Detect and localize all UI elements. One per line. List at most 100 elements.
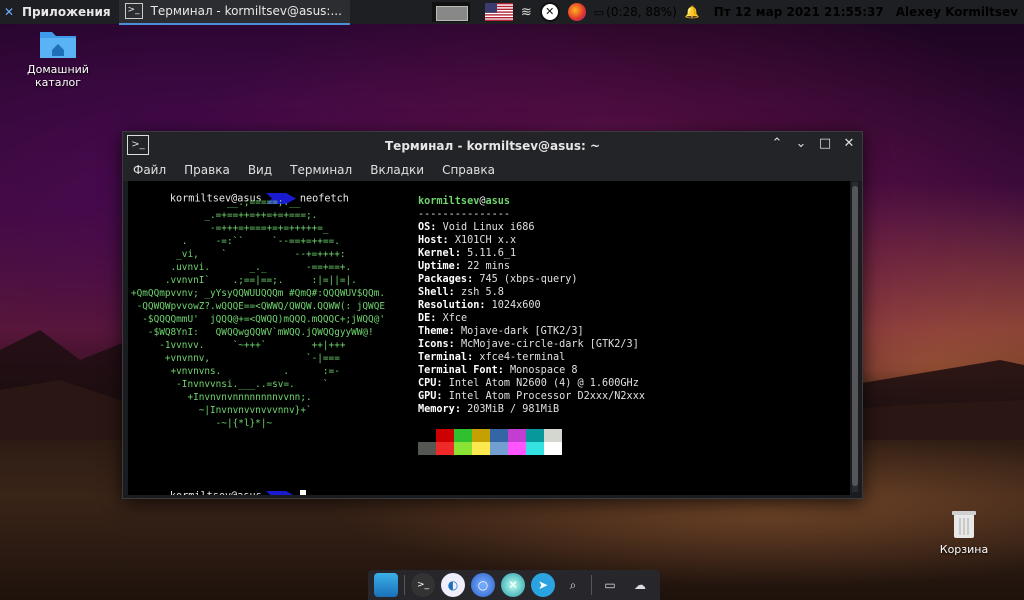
folder-icon[interactable]: ▭	[598, 573, 622, 597]
info-row: Uptime: 22 mins	[418, 260, 645, 273]
applications-menu[interactable]: ✕ Приложения	[0, 0, 117, 24]
weather-icon[interactable]: ☁	[628, 573, 652, 597]
info-colon: :	[479, 300, 492, 311]
info-key: Theme	[418, 326, 449, 337]
info-colon: :	[436, 378, 449, 389]
palette-row-2	[418, 442, 562, 455]
palette-swatch	[472, 429, 490, 442]
workspace-1[interactable]	[436, 6, 468, 21]
info-row: DE: Xfce	[418, 312, 645, 325]
info-row: Resolution: 1024x600	[418, 299, 645, 312]
info-key: DE	[418, 313, 431, 324]
info-value: Intel Atom N2600 (4) @ 1.600GHz	[448, 378, 639, 389]
info-value: 5.11.6_1	[467, 248, 517, 259]
ascii-line: +QmQQmpvvnv; _yYsyQQWUUQQQm #QmQ#:QQQWUV…	[131, 288, 385, 299]
info-colon: :	[497, 365, 511, 376]
task-label: Терминал - kormiltsev@asus:...	[150, 4, 342, 18]
info-colon: :	[454, 248, 468, 259]
show-desktop-icon[interactable]	[374, 573, 398, 597]
window-titlebar[interactable]: >_ Терминал - kormiltsev@asus: ~ ⌃ ⌄ □ ✕	[123, 132, 862, 159]
info-value: Mojave-dark [GTK2/3]	[460, 326, 584, 337]
notification-bell-icon[interactable]: 🔔	[685, 5, 700, 19]
terminal-launcher-icon[interactable]: >_	[411, 573, 435, 597]
palette-swatch	[490, 442, 508, 455]
void-linux-icon[interactable]: ✕	[539, 2, 560, 22]
workspace-switcher[interactable]	[432, 2, 470, 22]
menu-help[interactable]: Справка	[442, 163, 495, 177]
palette-swatch	[454, 429, 472, 442]
search-icon[interactable]: ⌕	[561, 573, 585, 597]
wifi-icon[interactable]: ≋	[521, 5, 532, 20]
info-row: Terminal: xfce4-terminal	[418, 351, 645, 364]
ascii-line: +Invnvnvnnnnnnnnvvnn;.	[131, 392, 312, 403]
browser-icon[interactable]: ○	[471, 573, 495, 597]
host-user: kormiltsev	[418, 196, 480, 207]
palette-swatch	[544, 429, 562, 442]
maximize-button[interactable]: □	[818, 136, 832, 151]
menu-tabs[interactable]: Вкладки	[370, 163, 424, 177]
ascii-line: _.=+==++=++=+=+===;.	[131, 210, 318, 221]
terminal-window: >_ Терминал - kormiltsev@asus: ~ ⌃ ⌄ □ ✕…	[122, 131, 863, 499]
prompt-user-2: kormiltsev@asus	[170, 491, 262, 495]
info-rows: OS: Void Linux i686 Host: X101CH x.x Kerne…	[418, 221, 645, 416]
ascii-line: .vvnvnI` .;==|==;. :|=||=|.	[131, 275, 357, 286]
minimize-button[interactable]: ⌄	[794, 136, 808, 151]
palette-swatch	[544, 442, 562, 455]
menu-edit[interactable]: Правка	[184, 163, 230, 177]
info-colon: :	[430, 313, 443, 324]
menu-terminal[interactable]: Терминал	[290, 163, 352, 177]
ascii-line: -$WQ8YnI: QWQQwgQQWV`mWQQ.jQWQQgyyWW@!	[131, 327, 374, 338]
info-row: GPU: Intel Atom Processor D2xxx/N2xxx	[418, 390, 645, 403]
user-name[interactable]: Alexey Kormiltsev	[896, 5, 1018, 19]
clock[interactable]: Пт 12 мар 2021 21:55:37	[714, 5, 884, 19]
info-key: Packages	[418, 274, 468, 285]
terminal-scrollbar[interactable]	[852, 182, 858, 492]
scrollbar-thumb[interactable]	[852, 186, 858, 486]
info-value: 22 mins	[467, 261, 511, 272]
system-info: kormiltsev@asus --------------- OS: Void…	[418, 195, 645, 416]
folder-home-icon	[40, 32, 76, 58]
menu-view[interactable]: Вид	[248, 163, 272, 177]
home-folder-shortcut[interactable]: Домашний каталог	[20, 26, 96, 89]
xfce-logo-icon: ✕	[4, 5, 15, 19]
us-flag-icon[interactable]	[484, 3, 513, 21]
info-row: Theme: Mojave-dark [GTK2/3]	[418, 325, 645, 338]
info-colon: :	[454, 261, 468, 272]
ascii-line: __.;=====;.__	[131, 197, 301, 208]
file-manager-icon[interactable]: ◐	[441, 573, 465, 597]
info-key: Uptime	[418, 261, 455, 272]
trash-shortcut[interactable]: Корзина	[932, 508, 996, 556]
ascii-line: .uvnvi. _._ -==+==+.	[131, 262, 352, 273]
info-colon: :	[430, 222, 443, 233]
terminal-icon: >_	[124, 3, 143, 19]
roll-up-icon[interactable]: ⌃	[770, 136, 784, 151]
telegram-icon[interactable]: ➤	[531, 573, 555, 597]
info-value: Intel Atom Processor D2xxx/N2xxx	[448, 391, 645, 402]
battery-icon[interactable]: ▭	[594, 6, 604, 19]
firefox-icon[interactable]	[567, 3, 586, 21]
info-colon: :	[448, 326, 461, 337]
dock-separator-2	[591, 575, 592, 595]
taskbar-terminal[interactable]: >_ Терминал - kormiltsev@asus:...	[118, 0, 350, 25]
info-colon: :	[467, 274, 480, 285]
menu-file[interactable]: Файл	[133, 163, 166, 177]
palette-swatch	[436, 442, 454, 455]
terminal-output[interactable]: kormiltsev@asus neofetch __.;=====;.__ _.…	[128, 181, 850, 495]
info-key: Icons	[418, 339, 449, 350]
info-value: 203MiB / 981MiB	[467, 404, 560, 415]
info-colon: :	[454, 404, 468, 415]
close-button[interactable]: ✕	[842, 136, 856, 151]
info-value: xfce4-terminal	[479, 352, 566, 363]
ascii-line: -Invnvvnsi.___..=sv=. `	[131, 379, 329, 390]
void-ascii-logo: __.;=====;.__ _.=+==++=++=+=+===;. -=+++…	[131, 196, 385, 430]
info-colon: :	[436, 391, 449, 402]
ascii-line: ~|Invnvnvvnvvvnnv}+`	[131, 405, 312, 416]
software-center-icon[interactable]: ✕	[501, 573, 525, 597]
applications-label: Приложения	[22, 5, 111, 19]
prompt-line-2: kormiltsev@asus	[133, 479, 306, 495]
bottom-dock: >_ ◐ ○ ✕ ➤ ⌕ ▭ ☁	[368, 570, 660, 600]
info-row: CPU: Intel Atom N2600 (4) @ 1.600GHz	[418, 377, 645, 390]
info-row: OS: Void Linux i686	[418, 221, 645, 234]
host-name: asus	[485, 196, 511, 207]
info-value: Monospace 8	[510, 365, 578, 376]
